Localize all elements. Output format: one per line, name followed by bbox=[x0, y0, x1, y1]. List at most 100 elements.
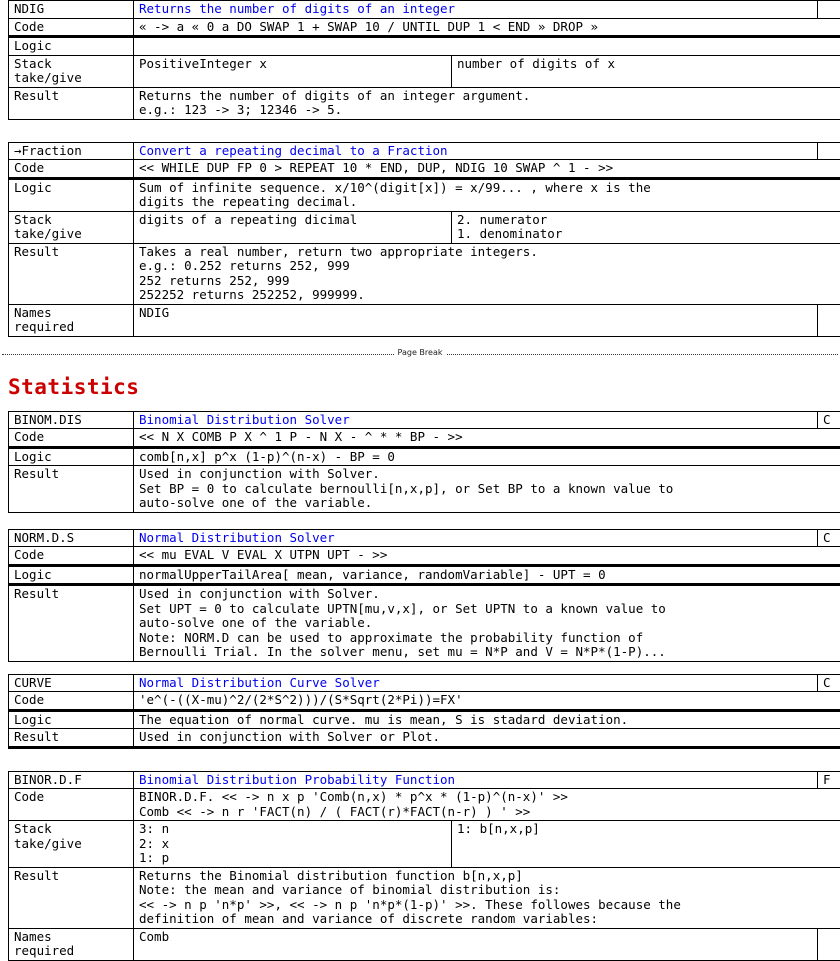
table-row-header: BINOR.D.F Binomial Distribution Probabil… bbox=[9, 771, 840, 789]
row-value-flag bbox=[818, 142, 840, 160]
spacer bbox=[0, 749, 840, 771]
row-label-name: CURVE bbox=[9, 674, 134, 692]
table-row-result: Result Used in conjunction with Solver o… bbox=[9, 729, 840, 748]
row-label-name: NORM.D.S bbox=[9, 529, 134, 547]
row-label-logic: Logic bbox=[9, 37, 134, 56]
reference-table-ndig: NDIG Returns the number of digits of an … bbox=[8, 0, 840, 120]
row-label-name: BINOR.D.F bbox=[9, 771, 134, 789]
spacer bbox=[0, 513, 840, 529]
row-label-code: Code bbox=[9, 547, 134, 566]
row-value-logic bbox=[134, 37, 840, 56]
reference-table-binor-d-f: BINOR.D.F Binomial Distribution Probabil… bbox=[8, 771, 840, 961]
row-value-flag: F bbox=[818, 771, 840, 789]
row-label-names-required: Names required bbox=[9, 928, 134, 960]
row-value-stack-give: 2. numerator 1. denominator bbox=[452, 211, 840, 243]
row-value-logic: Sum of infinite sequence. x/10^(digit[x]… bbox=[134, 178, 840, 211]
row-label-code: Code bbox=[9, 429, 134, 448]
page-break: Page Break bbox=[0, 343, 840, 365]
row-value-result: Returns the number of digits of an integ… bbox=[134, 87, 840, 119]
row-value-code: << mu EVAL V EVAL X UTPN UPT - >> bbox=[134, 547, 840, 566]
table-row-code: Code << WHILE DUP FP 0 > REPEAT 10 * END… bbox=[9, 160, 840, 179]
table-row-header: CURVE Normal Distribution Curve Solver C bbox=[9, 674, 840, 692]
row-value-names-flag bbox=[818, 304, 840, 336]
spacer bbox=[0, 662, 840, 674]
table-row-stack: Stack take/give digits of a repeating di… bbox=[9, 211, 840, 243]
section-heading-statistics: Statistics bbox=[8, 375, 840, 399]
row-label-logic: Logic bbox=[9, 565, 134, 585]
row-label-code: Code bbox=[9, 160, 134, 179]
table-row-result: Result Takes a real number, return two a… bbox=[9, 243, 840, 304]
reference-table-norm-d-s: NORM.D.S Normal Distribution Solver C Co… bbox=[8, 529, 840, 662]
row-label-result: Result bbox=[9, 729, 134, 748]
row-label-stack: Stack take/give bbox=[9, 211, 134, 243]
row-value-title: Returns the number of digits of an integ… bbox=[134, 1, 818, 19]
table-row-stack: Stack take/give 3: n 2: x 1: p 1: b[n,x,… bbox=[9, 821, 840, 868]
row-label-code: Code bbox=[9, 18, 134, 37]
table-row-result: Result Used in conjunction with Solver. … bbox=[9, 585, 840, 662]
table-row-code: Code << N X COMB P X ^ 1 P - N X - ^ * *… bbox=[9, 429, 840, 448]
row-label-stack: Stack take/give bbox=[9, 821, 134, 868]
row-value-flag: C bbox=[818, 529, 840, 547]
row-value-code: BINOR.D.F. << -> n x p 'Comb(n,x) * p^x … bbox=[134, 789, 840, 821]
row-value-title: Binomial Distribution Probability Functi… bbox=[134, 771, 818, 789]
row-label-name: BINOM.DIS bbox=[9, 411, 134, 429]
reference-table-binom-dis: BINOM.DIS Binomial Distribution Solver C… bbox=[8, 411, 840, 513]
row-label-names-required: Names required bbox=[9, 304, 134, 336]
row-value-names-required: NDIG bbox=[134, 304, 818, 336]
row-value-title: Convert a repeating decimal to a Fractio… bbox=[134, 142, 818, 160]
table-row-names-required: Names required NDIG bbox=[9, 304, 840, 336]
reference-table-to-fraction: →Fraction Convert a repeating decimal to… bbox=[8, 142, 840, 337]
row-value-title: Binomial Distribution Solver bbox=[134, 411, 818, 429]
row-value-result: Used in conjunction with Solver. Set BP … bbox=[134, 466, 840, 513]
row-value-code: << N X COMB P X ^ 1 P - N X - ^ * * BP -… bbox=[134, 429, 840, 448]
row-label-result: Result bbox=[9, 243, 134, 304]
row-value-names-required: Comb bbox=[134, 928, 818, 960]
table-row-logic: Logic normalUpperTailArea[ mean, varianc… bbox=[9, 565, 840, 585]
reference-table-curve: CURVE Normal Distribution Curve Solver C… bbox=[8, 674, 840, 749]
table-row-header: BINOM.DIS Binomial Distribution Solver C bbox=[9, 411, 840, 429]
row-value-title: Normal Distribution Curve Solver bbox=[134, 674, 818, 692]
row-value-logic: normalUpperTailArea[ mean, variance, ran… bbox=[134, 565, 840, 585]
document-page: NDIG Returns the number of digits of an … bbox=[0, 0, 840, 959]
table-row-code: Code 'e^(-((X-mu)^2/(2*S^2)))/(S*Sqrt(2*… bbox=[9, 692, 840, 711]
table-row-stack: Stack take/give PositiveInteger x number… bbox=[9, 55, 840, 87]
row-value-code: << WHILE DUP FP 0 > REPEAT 10 * END, DUP… bbox=[134, 160, 840, 179]
row-label-logic: Logic bbox=[9, 447, 134, 466]
row-label-stack: Stack take/give bbox=[9, 55, 134, 87]
row-value-title: Normal Distribution Solver bbox=[134, 529, 818, 547]
row-value-result: Used in conjunction with Solver or Plot. bbox=[134, 729, 840, 748]
row-value-logic: The equation of normal curve. mu is mean… bbox=[134, 710, 840, 729]
table-row-logic: Logic comb[n,x] p^x (1-p)^(n-x) - BP = 0 bbox=[9, 447, 840, 466]
row-value-result: Returns the Binomial distribution functi… bbox=[134, 867, 840, 928]
row-label-result: Result bbox=[9, 466, 134, 513]
page-break-label: Page Break bbox=[394, 348, 447, 357]
row-value-names-flag bbox=[818, 928, 840, 960]
row-value-flag: C bbox=[818, 411, 840, 429]
row-label-result: Result bbox=[9, 585, 134, 662]
row-label-name: →Fraction bbox=[9, 142, 134, 160]
row-value-code: 'e^(-((X-mu)^2/(2*S^2)))/(S*Sqrt(2*Pi))=… bbox=[134, 692, 840, 711]
spacer bbox=[0, 120, 840, 142]
row-value-logic: comb[n,x] p^x (1-p)^(n-x) - BP = 0 bbox=[134, 447, 840, 466]
table-row-logic: Logic Sum of infinite sequence. x/10^(di… bbox=[9, 178, 840, 211]
row-value-flag bbox=[818, 1, 840, 19]
row-label-code: Code bbox=[9, 692, 134, 711]
row-label-code: Code bbox=[9, 789, 134, 821]
row-value-code: « -> a « 0 a DO SWAP 1 + SWAP 10 / UNTIL… bbox=[134, 18, 840, 37]
row-label-logic: Logic bbox=[9, 178, 134, 211]
row-label-result: Result bbox=[9, 867, 134, 928]
table-row-code: Code « -> a « 0 a DO SWAP 1 + SWAP 10 / … bbox=[9, 18, 840, 37]
table-row-code: Code << mu EVAL V EVAL X UTPN UPT - >> bbox=[9, 547, 840, 566]
row-value-stack-take: digits of a repeating dicimal bbox=[134, 211, 452, 243]
table-row-result: Result Returns the number of digits of a… bbox=[9, 87, 840, 119]
row-value-stack-give: number of digits of x bbox=[452, 55, 840, 87]
row-value-result: Takes a real number, return two appropri… bbox=[134, 243, 840, 304]
row-value-stack-take: PositiveInteger x bbox=[134, 55, 452, 87]
table-row-header: →Fraction Convert a repeating decimal to… bbox=[9, 142, 840, 160]
table-row-logic: Logic bbox=[9, 37, 840, 56]
row-value-result: Used in conjunction with Solver. Set UPT… bbox=[134, 585, 840, 662]
row-label-name: NDIG bbox=[9, 1, 134, 19]
table-row-header: NDIG Returns the number of digits of an … bbox=[9, 1, 840, 19]
row-value-flag: C bbox=[818, 674, 840, 692]
table-row-logic: Logic The equation of normal curve. mu i… bbox=[9, 710, 840, 729]
